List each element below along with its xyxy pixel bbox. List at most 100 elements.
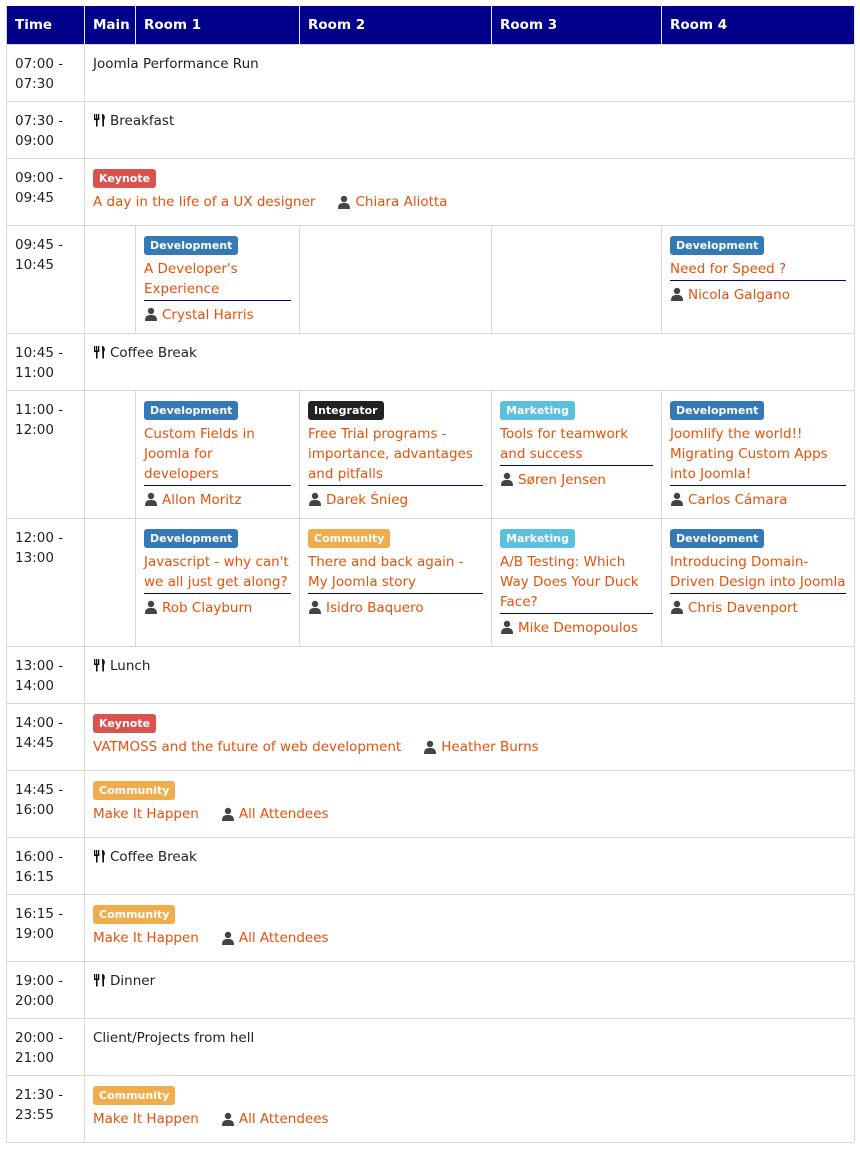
development-badge: Development xyxy=(670,529,765,548)
community-badge: Community xyxy=(308,529,391,548)
room4-cell: Development Introducing Domain-Driven De… xyxy=(662,518,855,646)
community-badge: Community xyxy=(93,1086,176,1105)
speaker-link[interactable]: Allon Moritz xyxy=(162,492,241,508)
time-cell: 16:15 - 19:00 xyxy=(7,894,85,961)
session-cell: Joomla Performance Run xyxy=(85,44,855,101)
speaker-link[interactable]: Nicola Galgano xyxy=(688,287,790,303)
cutlery-icon xyxy=(93,973,107,987)
speaker-link[interactable]: Carlos Cámara xyxy=(688,492,788,508)
speaker-link[interactable]: Darek Śnieg xyxy=(326,492,408,508)
person-icon xyxy=(308,600,322,614)
session-title-link[interactable]: Make It Happen xyxy=(93,804,199,824)
person-icon xyxy=(670,492,684,506)
header-time: Time xyxy=(7,6,85,44)
development-badge: Development xyxy=(670,236,765,255)
session-text: Breakfast xyxy=(110,113,175,129)
time-cell: 07:30 - 09:00 xyxy=(7,101,85,158)
session-title-link[interactable]: Tools for teamwork and success xyxy=(500,424,653,466)
time-cell: 09:00 - 09:45 xyxy=(7,158,85,225)
session-cell: Community Make It Happen All Attendees xyxy=(85,770,855,837)
person-icon xyxy=(308,492,322,506)
community-badge: Community xyxy=(93,905,176,924)
session-text: Coffee Break xyxy=(110,345,197,361)
cutlery-icon xyxy=(93,345,107,359)
session-title-link[interactable]: Make It Happen xyxy=(93,1109,199,1129)
session-title-link[interactable]: Free Trial programs - importance, advant… xyxy=(308,424,483,486)
speaker-link[interactable]: Mike Demopoulos xyxy=(518,620,638,636)
main-cell-empty xyxy=(85,390,136,518)
speaker-link[interactable]: All Attendees xyxy=(239,928,329,948)
session-title-link[interactable]: Introducing Domain-Driven Design into Jo… xyxy=(670,552,846,594)
session-title-link[interactable]: Javascript - why can't we all just get a… xyxy=(144,552,291,594)
room4-cell: Development Need for Speed ? Nicola Galg… xyxy=(662,225,855,333)
header-main: Main xyxy=(85,6,136,44)
room2-cell: Integrator Free Trial programs - importa… xyxy=(300,390,492,518)
person-icon xyxy=(221,807,235,821)
speaker-link[interactable]: Chris Davenport xyxy=(688,600,798,616)
room3-cell: Marketing Tools for teamwork and success… xyxy=(492,390,662,518)
header-room-3: Room 3 xyxy=(492,6,662,44)
development-badge: Development xyxy=(144,401,239,420)
session-cell: Dinner xyxy=(85,961,855,1018)
time-cell: 20:00 - 21:00 xyxy=(7,1018,85,1075)
marketing-badge: Marketing xyxy=(500,401,576,420)
speaker-link[interactable]: Rob Clayburn xyxy=(162,600,252,616)
room2-cell: Community There and back again - My Joom… xyxy=(300,518,492,646)
room3-cell-empty xyxy=(492,225,662,333)
keynote-badge: Keynote xyxy=(93,714,157,733)
session-cell: Keynote A day in the life of a UX design… xyxy=(85,158,855,225)
time-cell: 09:45 - 10:45 xyxy=(7,225,85,333)
header-room-1: Room 1 xyxy=(136,6,300,44)
speaker-link[interactable]: Chiara Aliotta xyxy=(355,192,447,212)
session-title-link[interactable]: VATMOSS and the future of web developmen… xyxy=(93,737,401,757)
session-title-link[interactable]: A day in the life of a UX designer xyxy=(93,192,315,212)
time-cell: 13:00 - 14:00 xyxy=(7,646,85,703)
session-cell: Coffee Break xyxy=(85,333,855,390)
speaker-link[interactable]: All Attendees xyxy=(239,804,329,824)
development-badge: Development xyxy=(670,401,765,420)
session-cell: Keynote VATMOSS and the future of web de… xyxy=(85,703,855,770)
person-icon xyxy=(670,600,684,614)
time-cell: 19:00 - 20:00 xyxy=(7,961,85,1018)
time-cell: 14:45 - 16:00 xyxy=(7,770,85,837)
speaker-link[interactable]: Søren Jensen xyxy=(518,472,606,488)
schedule-table: Time Main Room 1 Room 2 Room 3 Room 4 07… xyxy=(6,6,855,1143)
speaker-link[interactable]: Crystal Harris xyxy=(162,307,254,323)
community-badge: Community xyxy=(93,781,176,800)
time-cell: 16:00 - 16:15 xyxy=(7,837,85,894)
session-title-link[interactable]: Make It Happen xyxy=(93,928,199,948)
session-text: Lunch xyxy=(110,658,151,674)
session-text: Dinner xyxy=(110,973,156,989)
person-icon xyxy=(144,492,158,506)
speaker-link[interactable]: Heather Burns xyxy=(441,737,538,757)
session-title-link[interactable]: There and back again - My Joomla story xyxy=(308,552,483,594)
person-icon xyxy=(500,620,514,634)
main-cell-empty xyxy=(85,225,136,333)
room1-cell: Development Javascript - why can't we al… xyxy=(136,518,300,646)
session-text: Coffee Break xyxy=(110,849,197,865)
session-cell: Lunch xyxy=(85,646,855,703)
session-text: Client/Projects from hell xyxy=(93,1030,255,1046)
person-icon xyxy=(500,472,514,486)
room4-cell: Development Joomlify the world!! Migrati… xyxy=(662,390,855,518)
speaker-link[interactable]: All Attendees xyxy=(239,1109,329,1129)
session-title-link[interactable]: Joomlify the world!! Migrating Custom Ap… xyxy=(670,424,846,486)
session-cell: Community Make It Happen All Attendees xyxy=(85,1075,855,1142)
session-title-link[interactable]: A/B Testing: Which Way Does Your Duck Fa… xyxy=(500,552,653,614)
session-title-link[interactable]: Custom Fields in Joomla for developers xyxy=(144,424,291,486)
keynote-badge: Keynote xyxy=(93,169,157,188)
speaker-link[interactable]: Isidro Baquero xyxy=(326,600,424,616)
cutlery-icon xyxy=(93,849,107,863)
session-cell: Community Make It Happen All Attendees xyxy=(85,894,855,961)
session-title-link[interactable]: Need for Speed ? xyxy=(670,259,846,281)
integrator-badge: Integrator xyxy=(308,401,384,420)
session-cell: Breakfast xyxy=(85,101,855,158)
session-title-link[interactable]: A Developer's Experience xyxy=(144,259,291,301)
header-room-4: Room 4 xyxy=(662,6,855,44)
room2-cell-empty xyxy=(300,225,492,333)
cutlery-icon xyxy=(93,113,107,127)
room3-cell: Marketing A/B Testing: Which Way Does Yo… xyxy=(492,518,662,646)
time-cell: 11:00 - 12:00 xyxy=(7,390,85,518)
person-icon xyxy=(221,931,235,945)
main-cell-empty xyxy=(85,518,136,646)
